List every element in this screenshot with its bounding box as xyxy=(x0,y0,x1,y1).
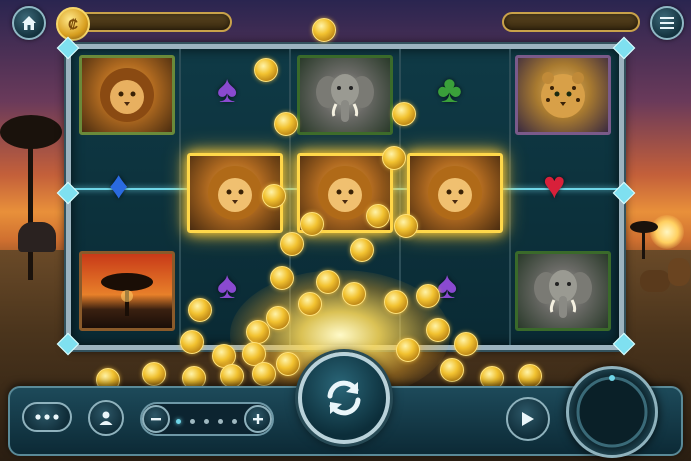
lion-face-icon xyxy=(428,166,482,220)
minus-icon xyxy=(151,418,161,421)
elephant-face-icon xyxy=(534,270,592,318)
gold-coin xyxy=(280,232,304,256)
coin-icon: ₡ xyxy=(56,7,90,41)
spade-icon: ♠ xyxy=(217,265,238,307)
gold-coin xyxy=(440,358,464,382)
gold-coin xyxy=(312,18,336,42)
gold-coin xyxy=(350,238,374,262)
bet-level-dot xyxy=(218,419,223,424)
gold-coin xyxy=(416,284,440,308)
gold-coin xyxy=(382,146,406,170)
win-display xyxy=(502,12,640,32)
heart-icon: ♥ xyxy=(543,165,566,207)
gold-coin xyxy=(270,266,294,290)
symbol-lion-winning xyxy=(407,153,503,233)
hamburger-menu-icon xyxy=(660,17,674,29)
gold-coin xyxy=(298,292,322,316)
spin-button[interactable] xyxy=(298,352,390,444)
acacia-tree-icon xyxy=(101,273,153,316)
gold-coin xyxy=(394,214,418,238)
lion-silhouette xyxy=(668,258,690,286)
reel-divider xyxy=(509,49,511,345)
bet-level-dot xyxy=(190,419,195,424)
gold-coin xyxy=(300,212,324,236)
gold-coin xyxy=(392,102,416,126)
setting-sun xyxy=(650,215,684,249)
user-icon xyxy=(99,411,113,425)
gold-coin xyxy=(366,204,390,228)
play-button[interactable] xyxy=(506,397,550,441)
plus-icon xyxy=(253,414,263,424)
home-icon xyxy=(22,16,36,30)
menu-button[interactable] xyxy=(650,6,684,40)
balance-display xyxy=(74,12,232,32)
play-icon xyxy=(522,412,534,426)
bet-level-dot xyxy=(176,419,181,424)
elephant-face-icon xyxy=(316,74,374,122)
leopard-face-icon xyxy=(541,72,585,118)
gold-coin xyxy=(426,318,450,342)
gold-coin xyxy=(180,330,204,354)
profile-button[interactable] xyxy=(88,400,124,436)
bet-level-dot xyxy=(232,419,237,424)
gold-coin xyxy=(262,184,286,208)
elephant-silhouette xyxy=(18,222,56,252)
symbol-lion xyxy=(79,55,175,135)
ellipsis-icon xyxy=(35,414,59,420)
gold-coin xyxy=(518,364,542,388)
gold-coin xyxy=(254,58,278,82)
autoplay-dial[interactable] xyxy=(566,366,658,458)
gold-coin xyxy=(396,338,420,362)
bet-level-dot xyxy=(204,419,209,424)
top-bar: ₡ xyxy=(0,0,691,44)
lion-silhouette xyxy=(640,270,670,292)
gold-coin xyxy=(266,306,290,330)
gold-coin xyxy=(274,112,298,136)
ring-dial-icon xyxy=(576,375,648,448)
home-button[interactable] xyxy=(12,6,46,40)
refresh-icon xyxy=(327,380,361,416)
gold-coin xyxy=(252,362,276,386)
bet-increase-button[interactable] xyxy=(244,405,272,433)
diamond-icon: ♦ xyxy=(109,165,129,207)
more-options-button[interactable] xyxy=(22,402,72,432)
gold-coin xyxy=(342,282,366,306)
gold-coin xyxy=(142,362,166,386)
gold-coin xyxy=(220,364,244,388)
symbol-leopard xyxy=(515,55,611,135)
spade-icon: ♠ xyxy=(437,265,458,307)
bet-decrease-button[interactable] xyxy=(142,405,170,433)
symbol-elephant xyxy=(515,251,611,331)
gold-coin xyxy=(384,290,408,314)
spade-icon: ♠ xyxy=(217,69,238,111)
gold-coin xyxy=(316,270,340,294)
symbol-acacia-sunset xyxy=(79,251,175,331)
lion-face-icon xyxy=(208,166,262,220)
reel-divider xyxy=(179,49,181,345)
symbol-elephant xyxy=(297,55,393,135)
gold-coin xyxy=(188,298,212,322)
coin-symbol: ₡ xyxy=(67,16,79,32)
gold-coin xyxy=(276,352,300,376)
club-icon: ♣ xyxy=(437,69,462,111)
lion-face-icon xyxy=(100,68,154,122)
gold-coin xyxy=(454,332,478,356)
